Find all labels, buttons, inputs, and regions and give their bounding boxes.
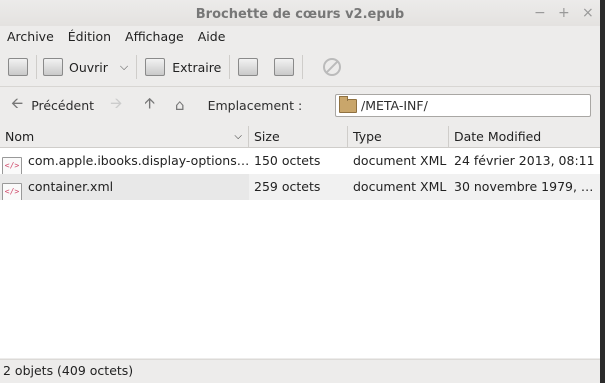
menu-bar: Archive Édition Affichage Aide [0,26,600,46]
add-files-icon [238,58,259,76]
menu-aide[interactable]: Aide [191,29,233,44]
file-size: 150 octets [254,153,321,168]
extract-button[interactable]: Extraire [145,52,221,82]
new-archive-icon [8,58,28,76]
location-field[interactable]: /META-INF/ [335,94,591,117]
maximize-icon[interactable]: + [558,0,570,27]
chevron-down-icon[interactable]: ⌵ [120,60,128,74]
file-name-cell: </> container.xml [0,174,249,200]
toolbar-separator [136,55,138,79]
back-arrow-icon[interactable]: 🡨 [11,93,23,118]
close-icon[interactable]: × [582,0,594,27]
column-type[interactable]: Type [348,126,449,147]
back-button[interactable]: Précédent [31,98,94,113]
up-arrow-icon[interactable]: 🡩 [144,93,155,118]
open-archive-icon [43,58,63,76]
toolbar: Ouvrir ⌵ Extraire [0,48,600,87]
menu-edition[interactable]: Édition [61,29,118,44]
file-size: 259 octets [249,174,348,200]
open-label: Ouvrir [69,59,108,75]
title-bar: Brochette de cœurs v2.epub − + × [0,0,600,26]
menu-affichage[interactable]: Affichage [118,29,191,44]
folder-icon [339,95,357,113]
stop-icon [323,58,342,76]
status-bar: 2 objets (409 octets) [0,359,600,383]
file-name-cell: </> com.apple.ibooks.display-options… [0,148,249,174]
toolbar-separator [302,55,304,79]
sort-chevron-icon: ⌵ [234,131,242,142]
file-row[interactable]: </> com.apple.ibooks.display-options… 150… [0,148,600,174]
toolbar-separator [229,55,231,79]
column-size[interactable]: Size [249,126,348,147]
file-date: 30 novembre 1979, … [449,174,600,200]
location-label: Emplacement : [207,97,303,113]
xml-file-icon: </> [2,157,22,174]
file-list: Nom ⌵ Size Type Date Modified </> com.app… [0,126,600,358]
extract-label: Extraire [172,59,222,75]
open-button[interactable]: Ouvrir ⌵ [43,52,128,82]
add-files-button[interactable] [238,52,259,82]
file-date: 24 février 2013, 08:11 [454,153,595,168]
new-archive-button[interactable] [8,52,28,82]
home-icon[interactable]: ⌂ [175,96,185,114]
extract-icon [145,58,166,76]
column-date-modified[interactable]: Date Modified [449,126,600,147]
location-bar: 🡨 Précédent 🡪 🡩 ⌂ Emplacement : /META-IN… [0,87,600,123]
column-name[interactable]: Nom ⌵ [0,126,249,147]
toolbar-separator [36,55,37,79]
file-type: document XML [348,174,449,200]
add-folder-icon [274,58,295,76]
forward-arrow-icon[interactable]: 🡪 [110,93,122,118]
file-type: document XML [353,153,447,168]
file-name: container.xml [28,179,114,194]
menu-archive[interactable]: Archive [0,29,61,44]
add-folder-button[interactable] [274,52,295,82]
column-header: Nom ⌵ Size Type Date Modified [0,126,600,148]
location-path: /META-INF/ [361,98,428,113]
minimize-icon[interactable]: − [534,0,546,27]
file-name: com.apple.ibooks.display-options… [28,153,249,168]
stop-button[interactable] [323,52,342,82]
column-name-label: Nom [5,129,35,144]
window-title: Brochette de cœurs v2.epub [195,7,405,22]
xml-file-icon: </> [2,183,22,200]
archive-manager-window: Brochette de cœurs v2.epub − + × Archive… [0,0,600,383]
file-row[interactable]: </> container.xml 259 octets document XML… [0,174,600,200]
